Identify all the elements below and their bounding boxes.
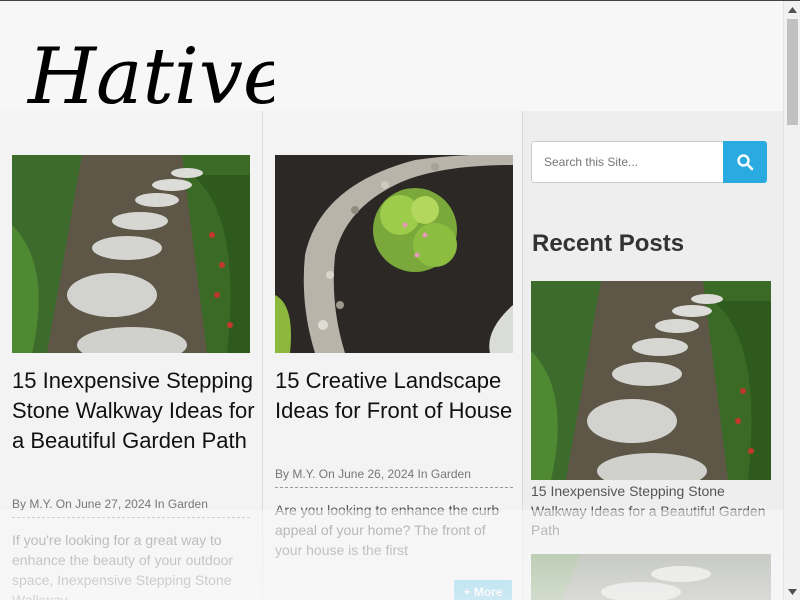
- recent-post-link[interactable]: 15 Inexpensive Stepping Stone Walkway Id…: [531, 482, 775, 541]
- post-title[interactable]: 15 Creative Landscape Ideas for Front of…: [275, 366, 519, 426]
- search-icon: [737, 154, 754, 171]
- post-card: 15 Creative Landscape Ideas for Front of…: [263, 111, 525, 600]
- post-excerpt: If you're looking for a great way to enh…: [12, 532, 234, 600]
- scroll-down-icon[interactable]: [784, 583, 800, 600]
- svg-text:Hative: Hative: [26, 32, 274, 115]
- post-card: 15 Inexpensive Stepping Stone Walkway Id…: [0, 111, 262, 600]
- search-button[interactable]: [723, 141, 767, 183]
- site-logo[interactable]: Hative: [24, 15, 274, 115]
- pebble-river-bed-photo[interactable]: [275, 155, 513, 353]
- search-input[interactable]: [531, 141, 723, 183]
- post-meta: By M.Y. On June 27, 2024 In Garden: [12, 497, 250, 518]
- sidebar: Recent Posts 15 Inexpensive Stepping Sto…: [523, 111, 783, 600]
- recent-post-image[interactable]: [531, 554, 771, 600]
- recent-posts-heading: Recent Posts: [532, 230, 685, 257]
- scrollbar-thumb[interactable]: [787, 19, 798, 125]
- post-meta: By M.Y. On June 26, 2024 In Garden: [275, 467, 513, 488]
- scrollbar[interactable]: [783, 1, 800, 600]
- post-title[interactable]: 15 Inexpensive Stepping Stone Walkway Id…: [12, 366, 256, 456]
- post-excerpt: Are you looking to enhance the curb appe…: [275, 502, 500, 558]
- stepping-stone-path-photo[interactable]: [531, 281, 771, 480]
- scroll-up-icon[interactable]: [784, 1, 800, 18]
- site-header: Hative: [0, 1, 783, 115]
- stepping-stone-path-photo[interactable]: [12, 155, 250, 353]
- more-button[interactable]: + More: [454, 580, 512, 600]
